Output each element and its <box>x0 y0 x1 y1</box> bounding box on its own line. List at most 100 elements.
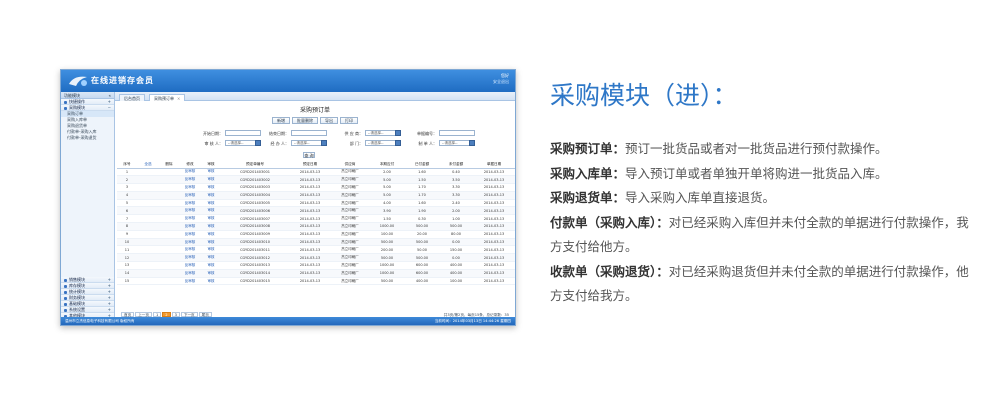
table-cell <box>137 245 159 255</box>
logout-link[interactable]: 安全退出 <box>493 79 509 85</box>
dropdown-arrow-icon[interactable] <box>255 140 261 146</box>
sidebar-group[interactable]: 采购模块 − <box>61 105 114 111</box>
table-cell: 2014-03-13 <box>473 222 515 231</box>
app-title: 在线进销存会员 <box>91 76 154 85</box>
review-link[interactable]: 审核 <box>201 222 221 231</box>
field-label: 结束日期： <box>269 131 289 136</box>
unreview-link[interactable]: 反审核 <box>179 206 201 216</box>
form-title: 采购预订单 <box>299 107 330 114</box>
table-cell: 杰立印刷厂 <box>331 222 369 231</box>
tab-home[interactable]: 后台首页 <box>119 94 145 101</box>
table-cell: 13 <box>117 261 137 270</box>
review-link[interactable]: 审核 <box>201 175 221 185</box>
dropdown-arrow-icon[interactable] <box>469 140 475 146</box>
table-cell <box>137 230 159 239</box>
review-link[interactable]: 审核 <box>201 269 221 278</box>
table-cell <box>159 214 179 224</box>
table-row: 10 反审核 审核 CGYD201403010 2014-03-13 杰立印刷厂 500.0… <box>117 238 515 247</box>
unreview-link[interactable]: 反审核 <box>179 214 201 224</box>
unreview-link[interactable]: 反审核 <box>179 261 201 270</box>
reviewer-select[interactable]: 审 核 人： --请选择-- <box>204 140 261 147</box>
table-cell: 2014-03-13 <box>473 191 515 200</box>
review-link[interactable]: 审核 <box>201 183 221 192</box>
expand-toggle-icon[interactable]: − <box>108 105 111 111</box>
table-row: 5 反审核 审核 CGYD201403005 2014-03-13 杰立印刷厂 4.00 1.… <box>117 199 515 208</box>
table-cell <box>137 191 159 200</box>
dropdown-arrow-icon[interactable] <box>321 140 327 146</box>
review-link[interactable]: 审核 <box>201 206 221 216</box>
close-tab-icon[interactable]: × <box>177 96 180 101</box>
print-button[interactable]: 打印 <box>340 117 358 124</box>
app-window: 在线进销存会员 您好 安全退出 功能模块 « 快捷操作 + 采购模块 − 采购订单 采购入… <box>60 69 516 326</box>
unreview-link[interactable]: 反审核 <box>179 168 201 177</box>
review-link[interactable]: 审核 <box>201 245 221 255</box>
table-cell: 2014-03-13 <box>289 230 331 239</box>
table-cell: 1.60 <box>405 168 439 177</box>
creator-select[interactable]: 制 单 人： --请选择-- <box>418 140 475 147</box>
table-cell: 2014-03-13 <box>289 214 331 224</box>
table-cell: 4 <box>117 191 137 200</box>
handler-select[interactable]: 经 办 人： --请选择-- <box>270 140 327 147</box>
review-link[interactable]: 审核 <box>201 261 221 270</box>
table-cell <box>159 253 179 263</box>
review-link[interactable]: 审核 <box>201 191 221 200</box>
unreview-link[interactable]: 反审核 <box>179 238 201 247</box>
table-cell: 80.00 <box>439 230 473 239</box>
collapse-sidebar-icon[interactable]: « <box>109 92 111 99</box>
query-button[interactable]: 查 询 <box>303 152 315 158</box>
tab-purchase-preorder[interactable]: 采购预订单 × <box>149 94 186 101</box>
review-link[interactable]: 审核 <box>201 277 221 286</box>
table-cell: 5.00 <box>369 191 405 200</box>
table-cell: 杰立印刷厂 <box>331 230 369 239</box>
unreview-link[interactable]: 反审核 <box>179 222 201 231</box>
table-cell: 600.00 <box>405 269 439 278</box>
review-link[interactable]: 审核 <box>201 253 221 263</box>
table-cell: 2014-03-13 <box>473 183 515 192</box>
description-term: 收款单（采购退货）： <box>550 263 669 279</box>
review-link[interactable]: 审核 <box>201 168 221 177</box>
dropdown-arrow-icon[interactable] <box>395 130 401 136</box>
table-cell <box>137 214 159 224</box>
table-cell: 2014-03-13 <box>473 199 515 208</box>
unreview-link[interactable]: 反审核 <box>179 191 201 200</box>
module-icon <box>64 296 67 300</box>
module-icon <box>64 278 67 282</box>
start-date-field[interactable]: 开始日期： <box>203 130 261 137</box>
status-bar: 温州市立杰信息电子科技有限公司 版权所有 当前时间：2014年03月13日 14… <box>61 317 515 325</box>
description-text: 预订一批货品或者对一批货品进行预付款操作。 <box>625 141 888 156</box>
table-cell: CGYD201403006 <box>221 206 289 216</box>
description-term: 付款单（采购入库）： <box>550 214 669 230</box>
table-cell: 2014-03-13 <box>289 277 331 286</box>
dropdown-arrow-icon[interactable] <box>395 140 401 146</box>
table-cell: 500.00 <box>439 222 473 231</box>
unreview-link[interactable]: 反审核 <box>179 230 201 239</box>
review-link[interactable]: 审核 <box>201 199 221 208</box>
unreview-link[interactable]: 反审核 <box>179 277 201 286</box>
table-cell <box>137 238 159 247</box>
department-select[interactable]: 部 门： --请选择-- <box>350 140 401 147</box>
unreview-link[interactable]: 反审核 <box>179 269 201 278</box>
batch-delete-button[interactable]: 批量删除 <box>292 117 318 124</box>
table-cell: 2014-03-13 <box>289 206 331 216</box>
supplier-select[interactable]: 供 应 商： --请选择-- <box>344 130 401 137</box>
unreview-link[interactable]: 反审核 <box>179 253 201 263</box>
review-link[interactable]: 审核 <box>201 238 221 247</box>
doc-number-field[interactable]: 单据编号： <box>417 130 475 137</box>
unreview-link[interactable]: 反审核 <box>179 245 201 255</box>
table-cell: 2014-03-13 <box>289 175 331 185</box>
main-panel: 后台首页 采购预订单 × 采购预订单 新增 批量删除 导出 打印 开始日期： 结束… <box>115 92 515 319</box>
copyright-text: 温州市立杰信息电子科技有限公司 版权所有 <box>65 319 135 323</box>
review-link[interactable]: 审核 <box>201 214 221 224</box>
export-button[interactable]: 导出 <box>320 117 338 124</box>
table-cell <box>159 191 179 200</box>
end-date-field[interactable]: 结束日期： <box>269 130 327 137</box>
sidebar-item[interactable]: 付款单-采购退货 <box>61 135 114 141</box>
unreview-link[interactable]: 反审核 <box>179 175 201 185</box>
table-cell: 1000.00 <box>369 269 405 278</box>
table-cell: 杰立印刷厂 <box>331 261 369 270</box>
review-link[interactable]: 审核 <box>201 230 221 239</box>
unreview-link[interactable]: 反审核 <box>179 199 201 208</box>
add-button[interactable]: 新增 <box>272 117 290 124</box>
table-cell: 杰立印刷厂 <box>331 269 369 278</box>
unreview-link[interactable]: 反审核 <box>179 183 201 192</box>
